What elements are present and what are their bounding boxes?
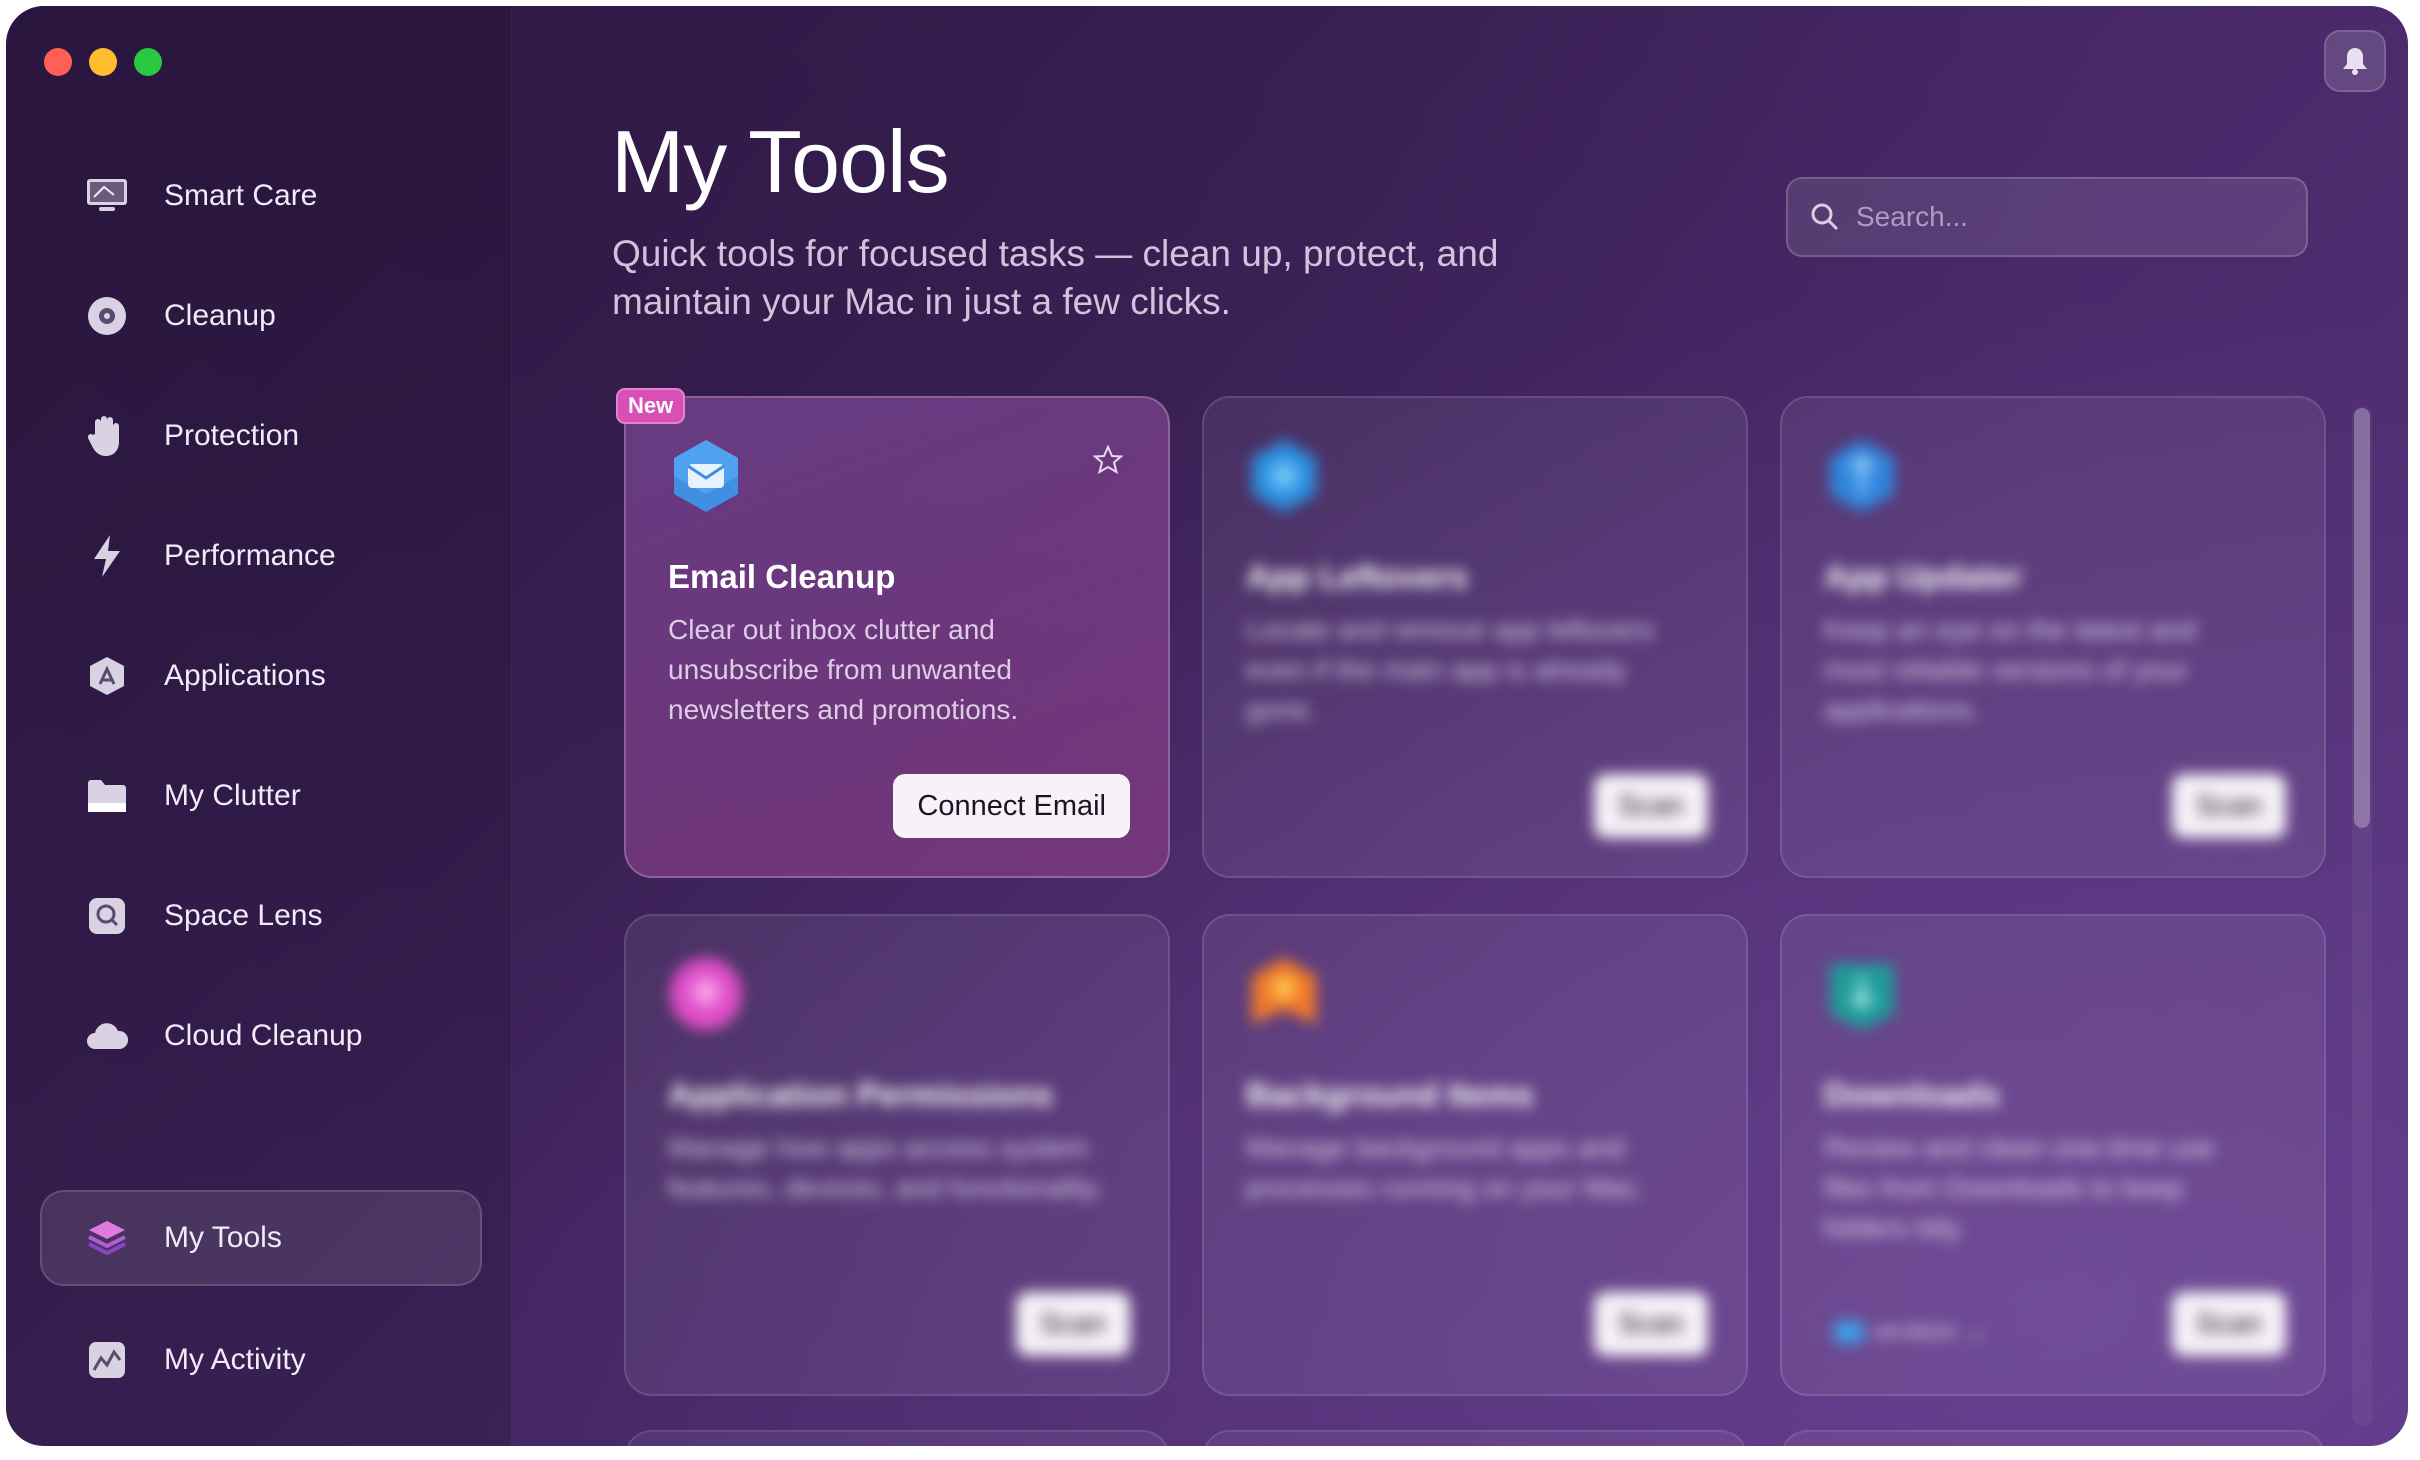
sidebar-item-my-tools[interactable]: My Tools — [40, 1190, 482, 1286]
sidebar-item-my-activity[interactable]: My Activity — [40, 1312, 482, 1408]
zoom-window-button[interactable] — [134, 48, 162, 76]
downloads-icon — [1830, 964, 1894, 1030]
sidebar-item-cloud-cleanup[interactable]: Cloud Cleanup — [40, 988, 482, 1084]
minimize-window-button[interactable] — [89, 48, 117, 76]
permissions-icon — [670, 958, 742, 1030]
card-title: Application Permissions — [668, 1076, 1054, 1113]
folder-name: anvikon — [1874, 1317, 1957, 1345]
search-icon — [1811, 203, 1839, 231]
card-content: Downloads Review and clean one-time use … — [1782, 916, 2324, 1394]
bell-icon — [2343, 48, 2367, 75]
card-description: Review and clean one-time use files from… — [1824, 1132, 2215, 1243]
tool-card-background-items[interactable]: Background Items Manage background apps … — [1202, 914, 1748, 1396]
sidebar-item-label: Space Lens — [164, 899, 323, 932]
sidebar-item-applications[interactable]: Applications — [40, 628, 482, 724]
card-description: Clear out inbox clutter and unsubscribe … — [668, 614, 1019, 725]
scan-button[interactable]: Scan — [1593, 774, 1708, 838]
card-title: Background Items — [1246, 1076, 1534, 1113]
tool-card-downloads[interactable]: Downloads Review and clean one-time use … — [1780, 914, 2326, 1396]
lens-icon — [84, 893, 130, 939]
background-icon — [1252, 958, 1316, 1024]
card-description: Manage how apps access system features, … — [668, 1132, 1104, 1203]
search-box[interactable] — [1786, 177, 2308, 257]
sidebar-item-label: Smart Care — [164, 179, 318, 212]
sidebar-item-space-lens[interactable]: Space Lens — [40, 868, 482, 964]
folder-icon — [1834, 1320, 1864, 1343]
sidebar-item-label: Cloud Cleanup — [164, 1019, 363, 1052]
card-title: App Updater — [1824, 558, 2022, 595]
hand-icon — [84, 413, 130, 459]
scan-button[interactable]: Scan — [1593, 1292, 1708, 1356]
sidebar-item-my-clutter[interactable]: My Clutter — [40, 748, 482, 844]
card-title: Downloads — [1824, 1076, 2001, 1113]
connect-email-button[interactable]: Connect Email — [893, 774, 1130, 838]
layers-icon — [84, 1215, 130, 1261]
new-badge: New — [616, 388, 686, 424]
chevron-down-icon: ⌄ — [1966, 1318, 1987, 1345]
sidebar: Smart Care Cleanup Protection Performanc… — [6, 6, 512, 1446]
sidebar-item-label: My Tools — [164, 1221, 282, 1254]
bolt-icon — [84, 533, 130, 579]
card-content: Background Items Manage background apps … — [1204, 916, 1746, 1394]
card-content: App Updater Keep an eye on the latest an… — [1782, 398, 2324, 876]
page-subtitle: Quick tools for focused tasks — clean up… — [612, 233, 1499, 322]
folder-icon — [84, 773, 130, 819]
sidebar-item-label: Performance — [164, 539, 336, 572]
scan-button[interactable]: Scan — [2171, 774, 2286, 838]
tool-card-application-permissions[interactable]: Application Permissions Manage how apps … — [624, 914, 1170, 1396]
notifications-button[interactable] — [2324, 30, 2386, 92]
chart-icon — [84, 1337, 130, 1383]
tool-card-app-updater[interactable]: App Updater Keep an eye on the latest an… — [1780, 396, 2326, 878]
app-window: Smart Care Cleanup Protection Performanc… — [6, 6, 2408, 1446]
card-title: App Leftovers — [1246, 558, 1468, 595]
appstore-icon — [84, 653, 130, 699]
sidebar-item-label: Protection — [164, 419, 300, 452]
card-title: Email Cleanup — [668, 558, 896, 595]
sidebar-item-label: My Clutter — [164, 779, 301, 812]
favorite-star-icon[interactable] — [1092, 444, 1124, 476]
window-controls — [44, 48, 162, 76]
scrollbar-thumb[interactable] — [2354, 408, 2370, 828]
scan-button[interactable]: Scan — [1015, 1292, 1130, 1356]
card-content: Application Permissions Manage how apps … — [626, 916, 1168, 1394]
tool-card-email-cleanup[interactable]: Email Cleanup Clear out inbox clutter an… — [624, 396, 1170, 878]
cloud-icon — [84, 1013, 130, 1059]
updater-icon — [1830, 440, 1894, 512]
leftovers-icon — [1252, 440, 1316, 512]
close-window-button[interactable] — [44, 48, 72, 76]
card-description: Locate and remove app leftovers even if … — [1246, 614, 1654, 725]
sidebar-item-label: My Activity — [164, 1343, 306, 1376]
sidebar-item-smart-care[interactable]: Smart Care — [40, 148, 482, 244]
folder-selector[interactable]: anvikon ⌄ — [1834, 1317, 1987, 1346]
card-description: Manage background apps and processes run… — [1246, 1132, 1645, 1203]
search-input[interactable] — [1854, 200, 2298, 234]
monitor-icon — [84, 173, 130, 219]
email-icon — [674, 440, 738, 512]
scan-button[interactable]: Scan — [2171, 1292, 2286, 1356]
sidebar-item-protection[interactable]: Protection — [40, 388, 482, 484]
disc-icon — [84, 293, 130, 339]
tool-card-partial — [1202, 1430, 1748, 1446]
sidebar-item-label: Applications — [164, 659, 326, 692]
sidebar-item-performance[interactable]: Performance — [40, 508, 482, 604]
sidebar-item-label: Cleanup — [164, 299, 276, 332]
tool-card-partial — [624, 1430, 1170, 1446]
tool-card-partial — [1780, 1430, 2326, 1446]
tool-card-app-leftovers[interactable]: App Leftovers Locate and remove app left… — [1202, 396, 1748, 878]
sidebar-item-cleanup[interactable]: Cleanup — [40, 268, 482, 364]
card-description: Keep an eye on the latest and most relia… — [1824, 614, 2197, 725]
page-title: My Tools — [611, 112, 950, 211]
card-content: App Leftovers Locate and remove app left… — [1204, 398, 1746, 876]
